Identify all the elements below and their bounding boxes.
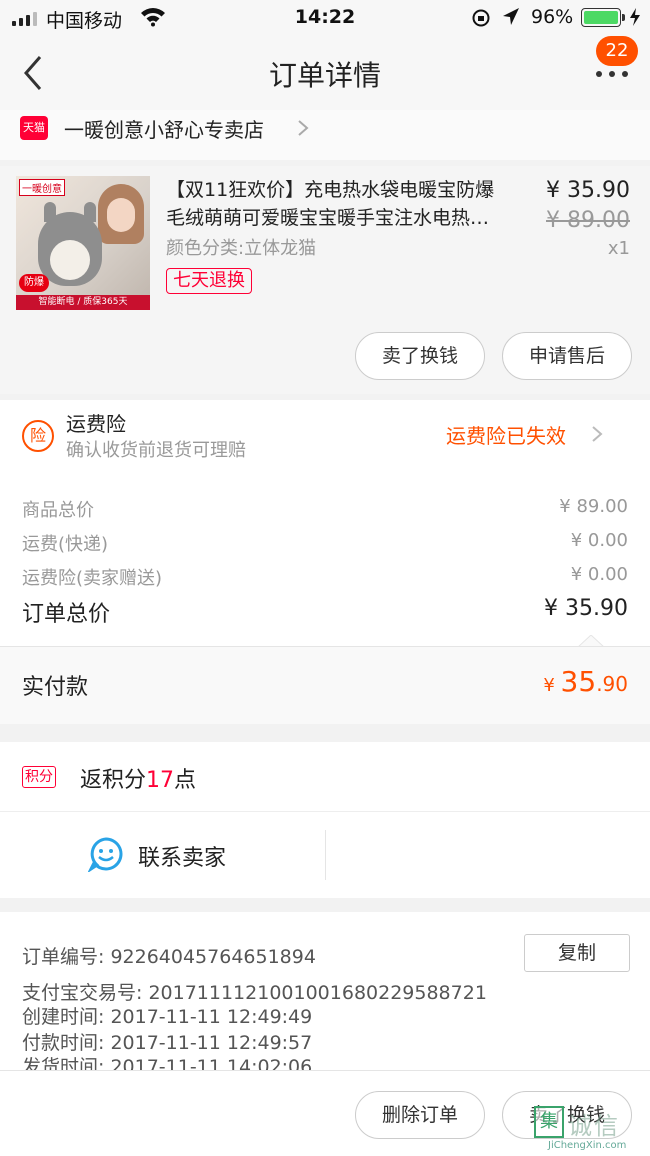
carrier-label: 中国移动 [46,10,123,32]
insurance-title: 运费险 [66,412,126,436]
contact-seller-button[interactable]: 联系卖家 [138,840,226,872]
sell-for-cash-button[interactable]: 卖了换钱 [355,332,485,380]
cost-breakdown: 商品总价 ¥ 89.00 运费(快递) ¥ 0.00 运费险(卖家赠送) ¥ 0… [0,476,650,647]
copy-button[interactable]: 复制 [524,934,630,972]
chat-smile-icon[interactable] [88,836,124,872]
insurance-fee-row: 运费险(卖家赠送) ¥ 0.00 [22,564,628,589]
wifi-icon [141,8,165,27]
product-image-strip: 智能断电 / 质保365天 [16,295,150,310]
insurance-status[interactable]: 运费险已失效 [446,420,566,449]
delete-order-button[interactable]: 删除订单 [355,1091,485,1139]
points-text: 返积分17点 [80,768,197,793]
bottom-action-bar: 删除订单 卖了换钱 [0,1070,650,1156]
location-arrow-icon [503,8,519,25]
page-title: 订单详情 [268,59,381,92]
actual-payment-label: 实付款 [22,675,89,700]
back-chevron-icon[interactable] [18,53,48,93]
battery-icon [581,8,625,27]
product-original-price: ¥ 89.00 [546,208,630,233]
paid-time: 付款时间: 2017-11-11 12:49:57 [22,1032,313,1054]
goods-total-row: 商品总价 ¥ 89.00 [22,496,628,521]
rotation-lock-icon [472,9,490,27]
store-name[interactable]: 一暖创意小舒心专卖店 [64,114,264,143]
tmall-icon: 天猫 [20,116,48,140]
charging-bolt-icon [630,8,640,26]
actual-payment-row: 实付款 ¥ 35.90 [0,646,650,724]
order-info-section: 订单编号: 92264045764651894 复制 支付宝交易号: 20171… [0,912,650,1070]
apply-aftersale-button[interactable]: 申请售后 [502,332,632,380]
points-row: 积分 返积分17点 [0,742,650,812]
insurance-subtitle: 确认收货前退货可理赔 [66,440,246,461]
more-dots-icon[interactable] [592,64,632,84]
message-badge: 22 [596,36,638,66]
product-image[interactable]: 一暖创意 防爆 智能断电 / 质保365天 [16,176,150,310]
product-card[interactable]: 一暖创意 防爆 智能断电 / 质保365天 【双11狂欢价】充电热水袋电暖宝防爆… [0,166,650,394]
shipping-fee-row: 运费(快递) ¥ 0.00 [22,530,628,555]
created-time: 创建时间: 2017-11-11 12:49:49 [22,1006,313,1028]
model-figure [98,184,144,244]
order-number: 订单编号: 92264045764651894 [22,946,316,968]
nav-bar: 订单详情 22 [0,36,650,110]
bottom-sell-for-cash-button[interactable]: 卖了换钱 [502,1091,632,1139]
chevron-right-icon [298,120,309,136]
battery-percent: 96% [531,6,574,28]
shipping-insurance-row[interactable]: 险 运费险 确认收货前退货可理赔 运费险已失效 [0,400,650,476]
product-quantity: x1 [607,238,630,259]
totoro-plush [38,212,102,286]
product-image-brand: 一暖创意 [19,179,65,196]
divider [325,830,326,880]
product-sku: 颜色分类:立体龙猫 [166,238,317,259]
shipped-time: 发货时间: 2017-11-11 14:02:06 [22,1056,313,1070]
actual-payment-value: ¥ 35.90 [543,665,628,698]
contact-seller-section: 联系卖家 [0,812,650,898]
insurance-icon: 险 [22,420,54,452]
alipay-transaction-number: 支付宝交易号: 2017111121001001680229588721 [22,982,487,1004]
signal-icon [12,10,37,26]
product-price: ¥ 35.90 [546,178,630,203]
points-icon: 积分 [22,766,56,788]
product-title[interactable]: 【双11狂欢价】充电热水袋电暖宝防爆 毛绒萌萌可爱暖宝宝暖手宝注水电热… [166,176,530,232]
product-image-badge: 防爆 [19,274,49,292]
return-policy-tag: 七天退换 [166,268,252,294]
chevron-right-icon [592,426,603,442]
order-total-row: 订单总价 ¥ 35.90 [22,596,628,627]
store-row[interactable]: 天猫 一暖创意小舒心专卖店 [0,110,650,160]
status-bar: 中国移动 14:22 96% [0,0,650,36]
